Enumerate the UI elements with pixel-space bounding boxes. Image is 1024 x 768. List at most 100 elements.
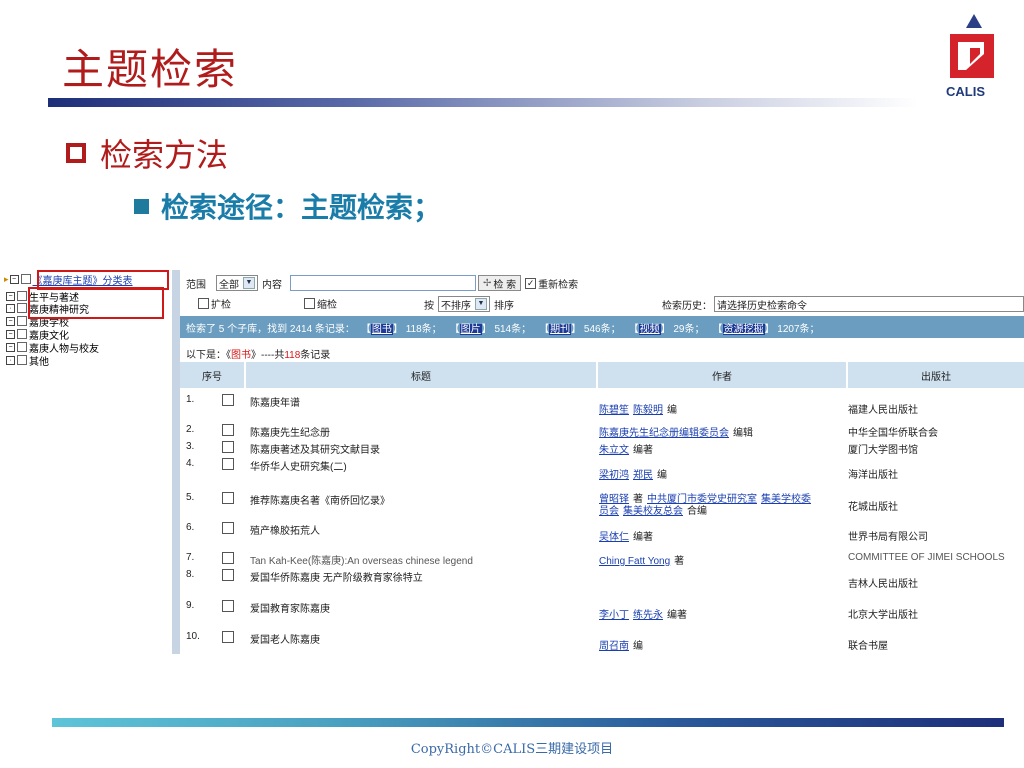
author-link[interactable]: 李小丁 <box>599 610 629 621</box>
title-rule <box>48 98 918 107</box>
author-link[interactable]: 员会 <box>599 506 619 517</box>
author-role: 合编 <box>687 506 707 517</box>
collapse-icon[interactable]: − <box>6 342 15 352</box>
summary-bar: 检索了 5 个子库，找到 2414 条记录： 【图书】 118条； 【图片】 5… <box>180 316 1024 338</box>
tree-item-label[interactable]: 其他 <box>29 353 49 368</box>
narrow-label: 缩检 <box>317 300 337 311</box>
author-link[interactable]: 陈碧笙 <box>599 405 629 416</box>
row-title[interactable]: 陈嘉庚年谱 <box>250 394 300 409</box>
tree-checkbox[interactable] <box>17 303 27 313</box>
row-title[interactable]: 陈嘉庚先生纪念册 <box>250 424 330 439</box>
row-checkbox[interactable] <box>222 552 234 564</box>
expand-option[interactable]: 扩检 <box>198 296 231 311</box>
author-role: 编辑 <box>733 428 753 439</box>
library-link-books[interactable]: 图书 <box>370 323 393 335</box>
author-link[interactable]: 朱立文 <box>599 445 629 456</box>
tree-checkbox[interactable] <box>17 291 27 301</box>
scope-label: 范围 <box>186 279 206 291</box>
col-header-author: 作者 <box>598 362 848 388</box>
row-title[interactable]: 爱国教育家陈嘉庚 <box>250 600 330 615</box>
author-link[interactable]: Ching Fatt Yong <box>599 556 670 567</box>
row-num: 4. <box>186 458 195 469</box>
author-link[interactable]: 集美学校委 <box>761 494 811 505</box>
collapse-icon[interactable]: − <box>6 316 15 326</box>
summary-group: 【期刊】 546条； <box>539 323 621 335</box>
row-num: 5. <box>186 492 195 503</box>
row-checkbox[interactable] <box>222 522 234 534</box>
library-link-videos[interactable]: 视频 <box>638 323 661 335</box>
row-checkbox[interactable] <box>222 569 234 581</box>
row-title[interactable]: Tan Kah-Kee(陈嘉庚):An overseas chinese leg… <box>250 552 473 567</box>
search-row: 范围 全部 ▼ 内容 ✢ 检 索 ✓ 重新检索 <box>186 274 578 292</box>
library-link-journals[interactable]: 期刊 <box>549 323 572 335</box>
tree-item-culture[interactable]: − 嘉庚文化 <box>6 328 69 342</box>
caption-db-link[interactable]: 图书 <box>231 350 251 361</box>
caption-suffix: 条记录 <box>300 350 331 361</box>
embedded-screenshot: ▸ − 《嘉庚库主题》分类表 − 生平与著述 · 嘉庚精神研究 − 嘉庚学校 −… <box>0 270 1024 654</box>
search-input[interactable] <box>290 275 476 291</box>
recheck-checkbox[interactable]: ✓ <box>525 277 537 289</box>
bullet-path: 检索途径：主题检索； <box>134 186 441 226</box>
row-checkbox[interactable] <box>222 394 234 406</box>
author-role: 编 <box>657 470 667 481</box>
library-link-images[interactable]: 图片 <box>459 323 482 335</box>
collapse-icon[interactable]: · <box>6 355 15 365</box>
author-link[interactable]: 梁初鸿 <box>599 470 629 481</box>
narrow-option[interactable]: 缩检 <box>304 296 337 311</box>
tree-item-other[interactable]: · 其他 <box>6 353 49 368</box>
library-link-mining[interactable]: 资源挖掘 <box>722 323 765 335</box>
row-authors: 周召南编 <box>599 637 643 652</box>
row-title[interactable]: 华侨华人史研究集(二) <box>250 458 347 473</box>
highlight-box-item <box>28 287 164 319</box>
dropdown-arrow-icon: ▼ <box>243 277 255 289</box>
row-checkbox[interactable] <box>222 458 234 470</box>
table-row: 10. 爱国老人陈嘉庚 周召南编 联合书屋 <box>180 631 1024 653</box>
collapse-icon[interactable]: − <box>9 274 19 284</box>
sort-select[interactable]: 不排序 ▼ <box>438 296 490 312</box>
group-count: 546条； <box>583 323 621 335</box>
tree-checkbox[interactable] <box>17 355 27 365</box>
author-link[interactable]: 周召南 <box>599 641 629 652</box>
author-link[interactable]: 郑民 <box>633 470 653 481</box>
collapse-icon[interactable]: − <box>6 329 15 339</box>
group-count: 118条； <box>405 323 442 335</box>
row-title[interactable]: 陈嘉庚著述及其研究文献目录 <box>250 441 380 456</box>
hollow-square-bullet-icon <box>66 143 86 163</box>
row-title[interactable]: 爱国老人陈嘉庚 <box>250 631 320 646</box>
row-title[interactable]: 推荐陈嘉庚名著《南侨回忆录》 <box>250 492 390 507</box>
row-publisher: 世界书局有限公司 <box>848 532 928 543</box>
tree-checkbox[interactable] <box>17 329 27 339</box>
frame-separator[interactable] <box>172 270 180 654</box>
scope-select[interactable]: 全部 ▼ <box>216 275 258 291</box>
row-title[interactable]: 爱国华侨陈嘉庚 无产阶级教育家徐特立 <box>250 569 423 584</box>
author-link[interactable]: 吴体仁 <box>599 532 629 543</box>
collapse-icon[interactable]: − <box>6 291 15 301</box>
history-select[interactable]: 请选择历史检索命令 <box>714 296 1024 312</box>
bullet-path-text: 检索途径：主题检索； <box>161 191 442 224</box>
collapse-icon[interactable]: · <box>6 303 15 313</box>
table-row: 4. 华侨华人史研究集(二) 梁初鸿 郑民编 海洋出版社 <box>180 458 1024 488</box>
author-link[interactable]: 陈嘉庚先生纪念册编辑委员会 <box>599 428 729 439</box>
tree-checkbox[interactable] <box>17 342 27 352</box>
tree-checkbox[interactable] <box>20 274 31 284</box>
row-authors: 朱立文 编著 <box>599 441 653 456</box>
row-checkbox[interactable] <box>222 492 234 504</box>
expand-checkbox[interactable] <box>198 298 209 309</box>
tree-checkbox[interactable] <box>17 316 27 326</box>
author-link[interactable]: 陈毅明 <box>633 405 663 416</box>
search-button[interactable]: ✢ 检 索 <box>478 275 522 291</box>
author-link[interactable]: 集美校友总会 <box>623 506 683 517</box>
row-checkbox[interactable] <box>222 441 234 453</box>
table-row: 2. 陈嘉庚先生纪念册 陈嘉庚先生纪念册编辑委员会 编辑 中华全国华侨联合会 <box>180 424 1024 439</box>
row-checkbox[interactable] <box>222 631 234 643</box>
row-checkbox[interactable] <box>222 600 234 612</box>
history-label: 检索历史： <box>662 300 712 312</box>
author-link[interactable]: 练先永 <box>633 610 663 621</box>
row-checkbox[interactable] <box>222 424 234 436</box>
row-title[interactable]: 殖产橡胶拓荒人 <box>250 522 320 537</box>
tree-item-people[interactable]: − 嘉庚人物与校友 <box>6 341 99 355</box>
row-num: 9. <box>186 600 195 611</box>
narrow-checkbox[interactable] <box>304 298 315 309</box>
table-header: 序号 标题 作者 出版社 <box>180 362 1024 388</box>
content-label: 内容 <box>262 279 282 291</box>
